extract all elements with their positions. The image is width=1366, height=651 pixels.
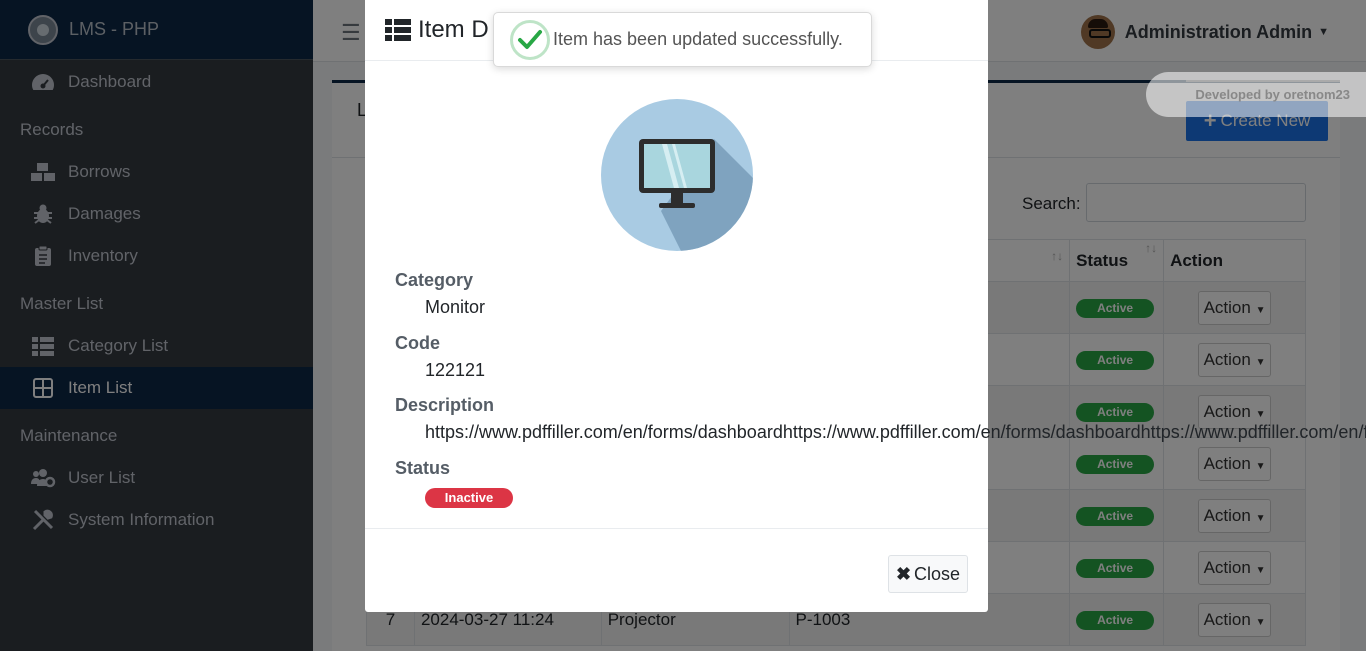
description-value: https://www.pdffiller.com/en/forms/dashb… bbox=[425, 422, 1366, 442]
modal-body: Category Monitor Code 122121 Description… bbox=[365, 61, 1366, 528]
check-circle-icon bbox=[510, 19, 550, 60]
close-icon: ✖ bbox=[895, 563, 912, 584]
code-label: Code bbox=[395, 333, 440, 353]
code-value: 122121 bbox=[425, 360, 486, 380]
developer-credit: Developed by oretnom23 bbox=[1146, 72, 1366, 117]
modal-footer: ✖ Close bbox=[365, 528, 988, 612]
description-clip: https://www.pdffiller.com/en/forms/dashb… bbox=[425, 422, 1366, 443]
category-label: Category bbox=[395, 270, 474, 290]
item-details-modal: Item D Category Monitor Code 122121 Desc… bbox=[365, 0, 1366, 612]
status-badge: Inactive bbox=[425, 488, 513, 508]
status-label: Status bbox=[395, 458, 451, 478]
close-label: Close bbox=[914, 563, 961, 584]
th-list-icon bbox=[385, 19, 411, 41]
description-label: Description bbox=[395, 395, 495, 415]
toast-message: Item has been updated successfully. bbox=[553, 29, 843, 49]
developer-text: Developed by oretnom23 bbox=[1195, 87, 1350, 102]
modal-title: Item D bbox=[385, 16, 489, 44]
close-button[interactable]: ✖ Close bbox=[888, 555, 968, 593]
category-value: Monitor bbox=[425, 297, 486, 317]
success-toast: Item has been updated successfully. bbox=[493, 12, 872, 67]
modal-title-text: Item D bbox=[418, 16, 489, 43]
status-value-wrap: Inactive bbox=[425, 486, 513, 508]
item-image bbox=[601, 99, 753, 251]
developer-divider bbox=[1186, 80, 1340, 82]
